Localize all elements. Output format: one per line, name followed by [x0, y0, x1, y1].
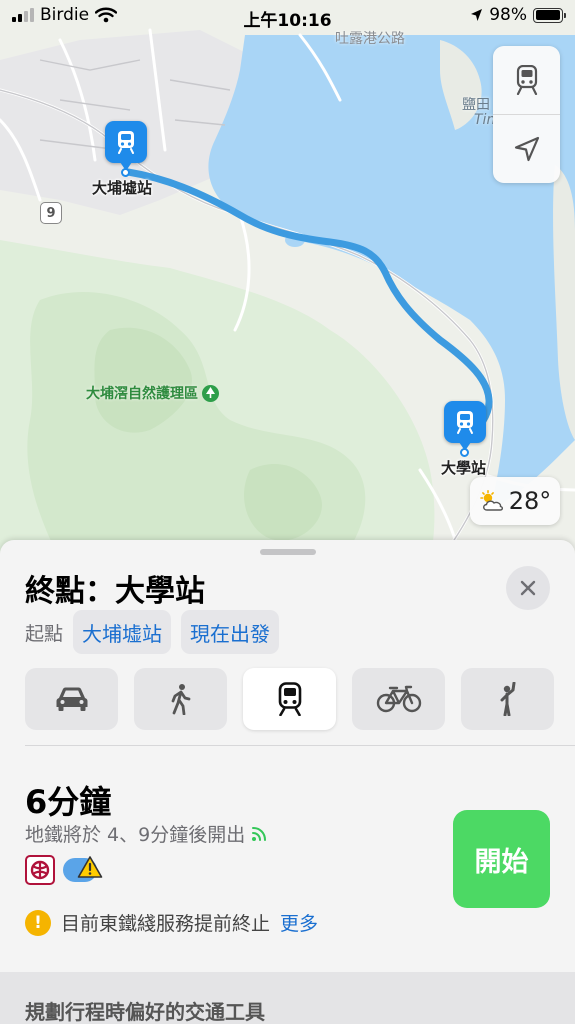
transport-mode-selector	[25, 668, 554, 730]
road-number-shield: 9	[40, 202, 62, 224]
bicycle-icon	[376, 685, 421, 713]
mode-cycle-button[interactable]	[352, 668, 445, 730]
sheet-grabber[interactable]	[260, 549, 316, 555]
car-icon	[56, 687, 87, 711]
mode-ride-button[interactable]	[461, 668, 554, 730]
location-arrow-icon	[514, 136, 539, 161]
tree-icon	[202, 384, 219, 402]
origin-chip[interactable]: 大埔墟站	[73, 610, 172, 654]
weather-temp: 28°	[508, 487, 552, 515]
origin-station-pin[interactable]	[105, 121, 147, 171]
service-notice: ! 目前東鐵綫服務提前終止 更多	[25, 909, 318, 936]
notice-text: 目前東鐵綫服務提前終止	[61, 913, 271, 935]
partly-cloudy-icon	[479, 490, 503, 511]
section-divider	[25, 745, 575, 746]
warning-icon	[77, 856, 103, 878]
more-link[interactable]: 更多	[280, 909, 318, 936]
depart-time-chip[interactable]: 現在出發	[181, 610, 280, 654]
route-badges	[25, 855, 103, 885]
origin-row: 起點 大埔墟站 現在出發	[25, 610, 280, 654]
map-canvas	[0, 0, 575, 560]
hail-icon	[500, 682, 515, 716]
park-name: 大埔滘自然護理區	[86, 386, 198, 402]
map-view[interactable]: 吐露港公路 鹽田 Tin 9 大埔墟站 大學站 大埔滘自然護理區	[0, 0, 575, 560]
location-services-icon	[471, 9, 483, 21]
map-place-label: 鹽田	[462, 97, 490, 113]
map-controls	[493, 46, 560, 183]
live-signal-icon	[252, 826, 267, 841]
preference-label: 規劃行程時偏好的交通工具	[25, 1000, 265, 1024]
track-location-button[interactable]	[493, 114, 560, 182]
route-duration[interactable]: 6分鐘	[25, 777, 111, 823]
mode-transit-button[interactable]	[243, 668, 336, 730]
departure-info: 地鐵將於 4、9分鐘後開出	[25, 824, 246, 846]
train-icon	[457, 411, 473, 434]
park-label[interactable]: 大埔滘自然護理區	[86, 383, 219, 403]
start-button[interactable]: 開始	[453, 810, 550, 908]
walk-icon	[171, 684, 190, 715]
destination-title: 終點：大學站	[25, 574, 205, 609]
transit-icon	[516, 65, 537, 95]
route-subtitle: 地鐵將於 4、9分鐘後開出	[25, 820, 269, 847]
train-icon	[118, 131, 134, 154]
weather-badge: 28°	[470, 477, 560, 525]
destination-station-pin[interactable]	[444, 401, 486, 451]
origin-station-label: 大埔墟站	[92, 179, 153, 197]
mtr-logo-icon	[25, 855, 55, 885]
battery-percent: 98%	[489, 5, 527, 25]
mode-drive-button[interactable]	[25, 668, 118, 730]
origin-label: 起點	[25, 622, 64, 645]
close-button[interactable]	[506, 566, 550, 610]
close-icon	[520, 580, 536, 596]
alert-icon: !	[25, 909, 51, 936]
mode-walk-button[interactable]	[134, 668, 227, 730]
status-bar: Birdie 上午10:16 98%	[0, 0, 575, 34]
line-status-pill	[63, 856, 103, 882]
preference-section[interactable]: 規劃行程時偏好的交通工具	[0, 972, 575, 1024]
battery-icon	[533, 7, 566, 23]
destination-station-label: 大學站	[441, 459, 487, 477]
train-icon	[278, 682, 301, 716]
map-mode-button[interactable]	[493, 46, 560, 114]
destination-dot	[460, 448, 469, 457]
origin-dot	[121, 168, 130, 177]
directions-sheet: 終點：大學站 起點 大埔墟站 現在出發 6分鐘 地鐵將於 4、9分鐘後開出 開始…	[0, 540, 575, 1024]
